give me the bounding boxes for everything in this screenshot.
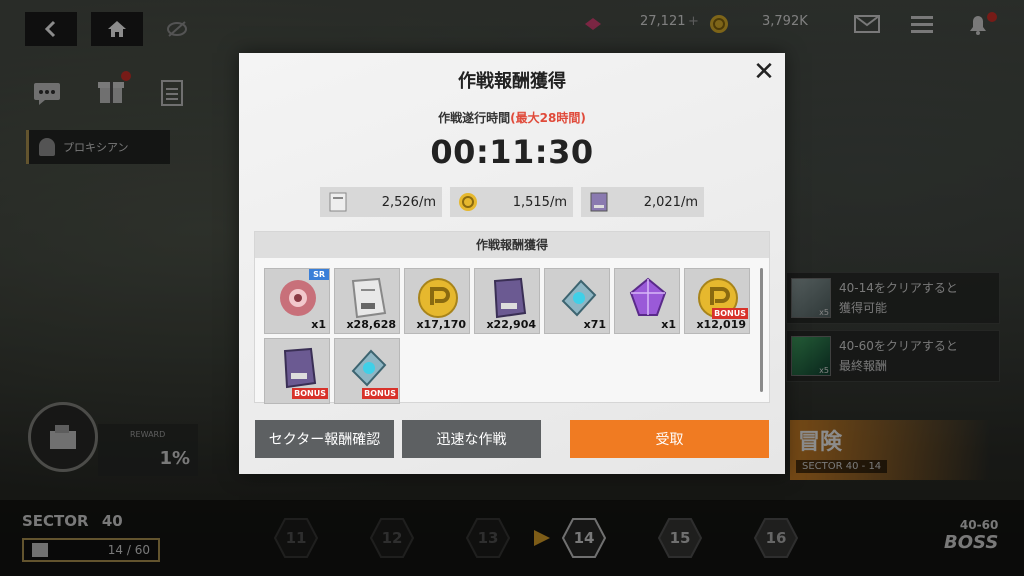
quick-battle-button[interactable]: 迅速な作戦 <box>402 420 541 458</box>
purple-gem-icon <box>625 275 671 321</box>
rate-character-exp: 2,021/m <box>581 187 704 217</box>
rate-credit: 1,515/m <box>450 187 573 217</box>
bonus-badge: BONUS <box>292 388 328 399</box>
reward-item[interactable]: x17,170 <box>404 268 470 334</box>
rewards-scrollbar[interactable] <box>760 268 763 392</box>
item-qty: x1 <box>311 318 326 331</box>
reward-item[interactable]: x71 <box>544 268 610 334</box>
timer: 00:11:30 <box>430 133 594 171</box>
rate-value: 2,021/m <box>643 194 698 210</box>
character-exp-icon <box>485 275 531 321</box>
reward-item[interactable]: BONUS <box>334 338 400 404</box>
character-exp-icon <box>587 190 611 214</box>
credit-coin-icon <box>415 275 461 321</box>
item-qty: x12,019 <box>696 318 746 331</box>
modal-title: 作戦報酬獲得 <box>458 71 566 92</box>
time-caption-text: 作戦遂行時間 <box>438 111 511 125</box>
rate-value: 2,526/m <box>381 194 436 210</box>
character-exp-icon <box>275 345 321 391</box>
reward-item[interactable]: SR x1 <box>264 268 330 334</box>
exp-book-icon <box>345 275 391 321</box>
reward-item[interactable]: x28,628 <box>334 268 400 334</box>
sector-rewards-button[interactable]: セクター報酬確認 <box>255 420 394 458</box>
sr-module-icon <box>275 275 321 321</box>
item-qty: x22,904 <box>486 318 536 331</box>
item-qty: x71 <box>583 318 606 331</box>
sr-badge: SR <box>309 269 329 280</box>
reward-modal: 作戦報酬獲得 ✕ 作戦遂行時間(最大28時間) 00:11:30 2,526/m… <box>239 53 785 474</box>
reward-item[interactable]: BONUS <box>264 338 330 404</box>
item-qty: x28,628 <box>346 318 396 331</box>
rate-value: 1,515/m <box>512 194 567 210</box>
receive-button[interactable]: 受取 <box>570 420 769 458</box>
reward-item[interactable]: x1 <box>614 268 680 334</box>
reward-item[interactable]: x22,904 <box>474 268 540 334</box>
core-dust-icon <box>555 275 601 321</box>
item-qty: x1 <box>661 318 676 331</box>
reward-item[interactable]: BONUS x12,019 <box>684 268 750 334</box>
close-icon[interactable]: ✕ <box>751 57 777 87</box>
rate-exp-book: 2,526/m <box>320 187 442 217</box>
time-max: (最大28時間) <box>510 111 586 125</box>
rewards-header: 作戦報酬獲得 <box>255 232 769 258</box>
core-dust-icon <box>345 345 391 391</box>
time-caption: 作戦遂行時間(最大28時間) <box>239 109 785 126</box>
exp-book-icon <box>326 190 350 214</box>
item-qty: x17,170 <box>416 318 466 331</box>
credit-coin-icon <box>456 190 480 214</box>
rewards-box: 作戦報酬獲得 SR x1 x28,628 x17,170 x22,904 x71… <box>254 231 770 404</box>
bonus-badge: BONUS <box>362 388 398 399</box>
